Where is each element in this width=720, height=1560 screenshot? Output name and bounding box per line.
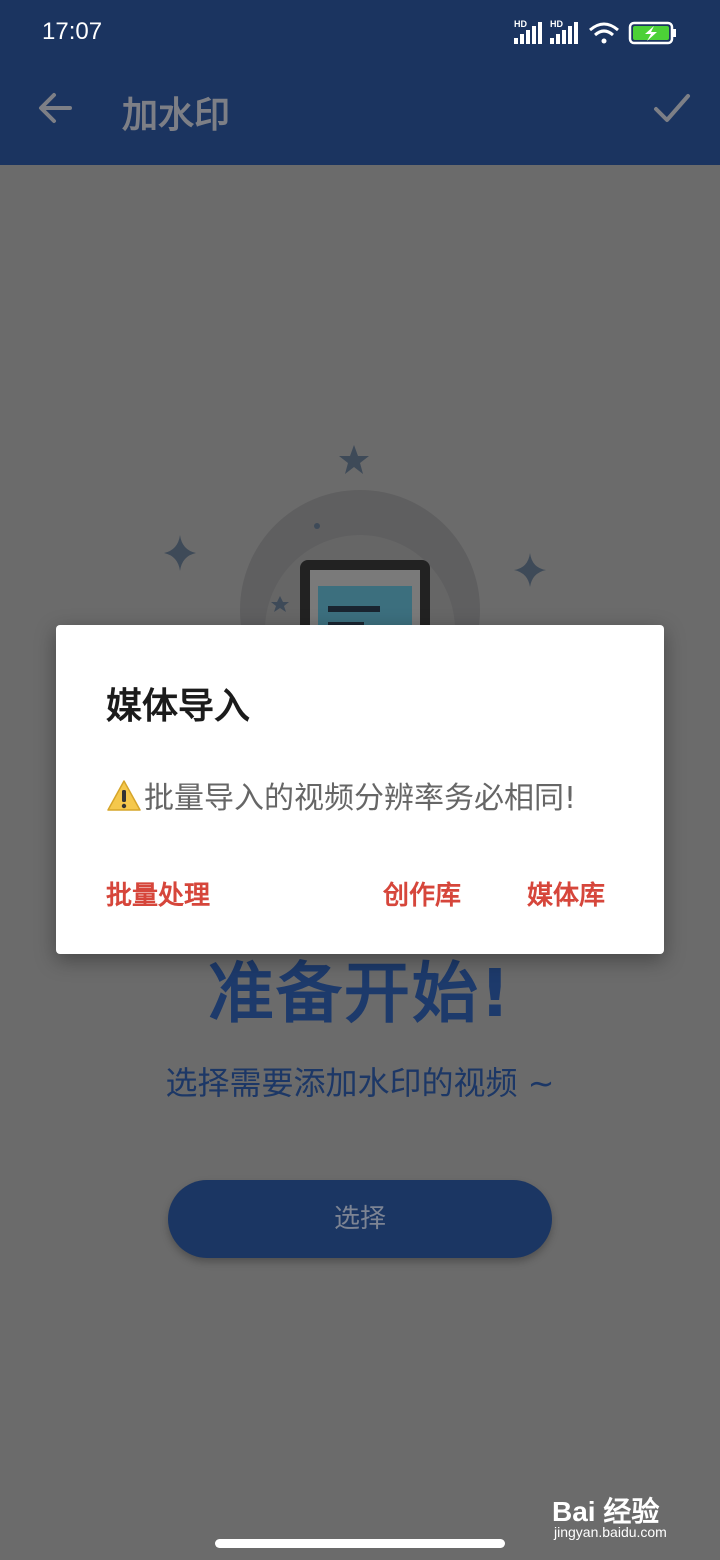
app-bar: 17:07 HD HD 加水印 [0, 0, 720, 165]
media-library-button[interactable]: 媒体库 [527, 875, 605, 912]
dialog-title: 媒体导入 [106, 686, 251, 727]
wifi-icon [589, 22, 619, 44]
status-bar: 17:07 HD HD [0, 0, 720, 68]
creation-library-button[interactable]: 创作库 [383, 875, 461, 912]
batch-process-button[interactable]: 批量处理 [106, 875, 210, 912]
ready-title: 准备开始! [207, 955, 513, 1032]
watermark-url: jingyan.baidu.com [554, 1524, 667, 1540]
battery-icon [628, 21, 676, 45]
select-button[interactable]: 选择 [168, 1180, 552, 1258]
warning-icon [107, 780, 141, 811]
subtitle: 选择需要添加水印的视频 ~ [165, 1064, 555, 1102]
confirm-button[interactable] [646, 82, 698, 134]
media-import-dialog: 媒体导入 批量导入的视频分辨率务必相同! 批量处理 创作库 媒体库 [56, 625, 664, 954]
arrow-left-icon [39, 93, 72, 123]
hd-label-1: HD [514, 19, 527, 29]
sparkle-icon [164, 535, 196, 571]
status-time: 17:07 [42, 18, 103, 45]
back-button[interactable] [30, 82, 82, 134]
page-title: 加水印 [122, 95, 231, 136]
check-icon [654, 94, 690, 122]
dialog-message: 批量导入的视频分辨率务必相同! [106, 773, 576, 817]
status-icons: HD HD [514, 19, 676, 45]
baidu-watermark: Bai 经验 jingyan.baidu.com [552, 1490, 692, 1546]
dialog-message-text: 批量导入的视频分辨率务必相同! [144, 781, 577, 816]
sparkle-icon [514, 553, 546, 587]
home-indicator[interactable] [215, 1539, 505, 1548]
star-icon [339, 445, 369, 474]
hd-label-2: HD [550, 19, 563, 29]
